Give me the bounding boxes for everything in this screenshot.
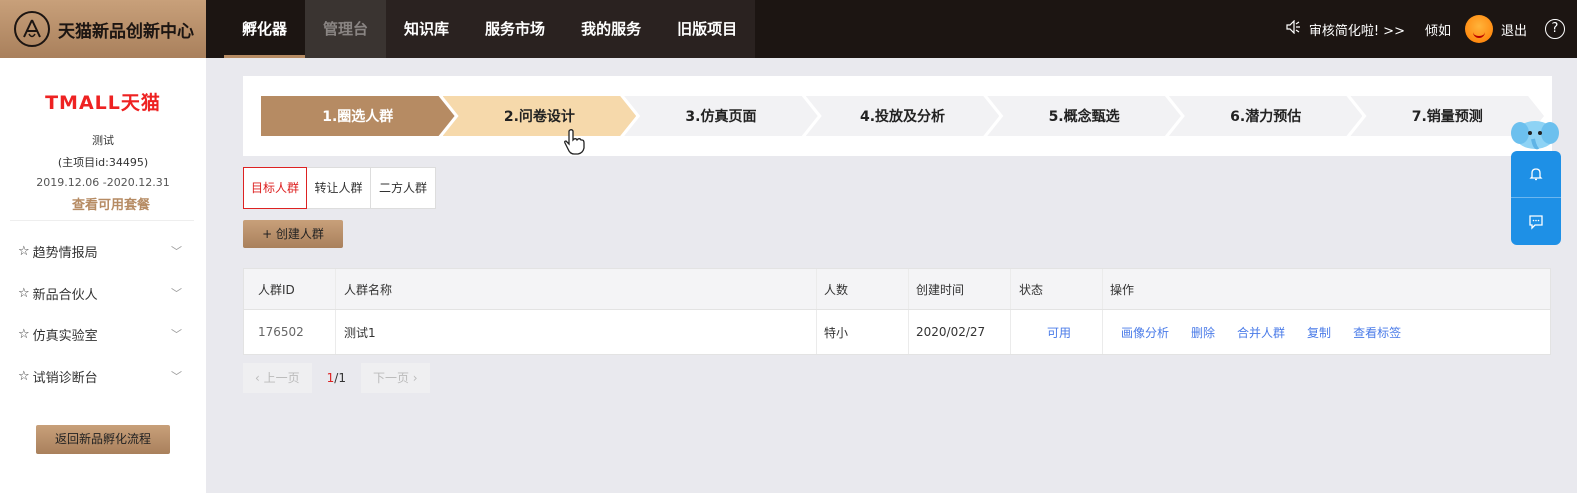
delete-link[interactable]: 删除 xyxy=(1191,324,1215,341)
merge-audience-link[interactable]: 合并人群 xyxy=(1237,324,1285,341)
logout-link[interactable]: 退出 xyxy=(1501,20,1527,39)
back-to-flow-button[interactable]: 返回新品孵化流程 xyxy=(36,425,170,454)
chevron-right-icon: › xyxy=(408,371,418,385)
table-row: 176502 测试1 特小 2020/02/27 可用 画像分析 删除 合并人群… xyxy=(244,310,1550,354)
sidebar: TMALL天猫 测试 (主项目id:34495) 2019.12.06 -202… xyxy=(0,58,206,493)
user-name[interactable]: 倾如 xyxy=(1425,20,1451,39)
column-header: 人群ID xyxy=(244,269,336,309)
elephant-mascot-icon[interactable] xyxy=(1510,117,1560,153)
brand-logo-icon xyxy=(14,11,50,47)
sidebar-item-trends[interactable]: ☆ 趋势情报局 ﹀ xyxy=(0,231,206,273)
speaker-icon xyxy=(1285,19,1301,38)
chevron-down-icon: ﹀ xyxy=(171,245,182,258)
tab-transferred-audience[interactable]: 转让人群 xyxy=(307,168,371,208)
star-icon: ☆ xyxy=(18,327,30,343)
chevron-down-icon: ﹀ xyxy=(171,369,182,383)
chevron-down-icon: ﹀ xyxy=(171,286,182,300)
audience-status: 可用 xyxy=(1011,310,1103,354)
prev-page-button[interactable]: ‹ 上一页 xyxy=(243,363,312,393)
column-header: 状态 xyxy=(1011,269,1103,309)
page-indicator: 1/1 xyxy=(327,371,346,385)
project-id: (主项目id:34495) xyxy=(57,156,149,169)
nav-item-incubator[interactable]: 孵化器 xyxy=(224,0,306,58)
star-icon: ☆ xyxy=(18,368,30,384)
audience-name: 测试1 xyxy=(336,310,817,354)
chevron-left-icon: ‹ xyxy=(255,371,264,385)
step-questionnaire[interactable]: 2.问卷设计 xyxy=(443,96,637,136)
nav-item-service-market[interactable]: 服务市场 xyxy=(467,0,563,58)
brand-title: 天猫新品创新中心 xyxy=(58,21,194,42)
audience-table: 人群ID 人群名称 人数 创建时间 状态 操作 176502 测试1 特小 20… xyxy=(243,268,1551,355)
sidebar-item-label: 趋势情报局 xyxy=(32,246,98,262)
next-page-label: 下一页 xyxy=(372,371,409,385)
chat-icon xyxy=(1529,214,1543,230)
project-name: 测试 xyxy=(92,134,114,147)
view-package-link[interactable]: 查看可用套餐 xyxy=(0,194,222,213)
sidebar-menu: ☆ 趋势情报局 ﹀ ☆ 新品合伙人 ﹀ ☆ 仿真实验室 ﹀ ☆ 试销诊断台 ﹀ xyxy=(0,231,206,397)
sidebar-item-simulation-lab[interactable]: ☆ 仿真实验室 ﹀ xyxy=(0,314,206,356)
tab-second-party-audience[interactable]: 二方人群 xyxy=(371,168,435,208)
table-header: 人群ID 人群名称 人数 创建时间 状态 操作 xyxy=(244,269,1550,310)
step-select-audience[interactable]: 1.圈选人群 xyxy=(261,96,455,136)
audience-id: 176502 xyxy=(244,310,336,354)
copy-link[interactable]: 复制 xyxy=(1307,324,1331,341)
view-tags-link[interactable]: 查看标签 xyxy=(1353,324,1401,341)
nav-item-console[interactable]: 管理台 xyxy=(305,0,387,58)
brand[interactable]: 天猫新品创新中心 xyxy=(0,0,206,58)
column-header: 人群名称 xyxy=(336,269,817,309)
column-header: 人数 xyxy=(817,269,909,309)
audience-actions: 画像分析 删除 合并人群 复制 查看标签 xyxy=(1103,310,1550,354)
step-indicator: 1.圈选人群 2.问卷设计 3.仿真页面 4.投放及分析 5.概念甄选 6.潜力… xyxy=(261,96,1532,136)
create-audience-button[interactable]: + 创建人群 xyxy=(243,220,343,248)
total-pages: /1 xyxy=(334,371,346,385)
sidebar-divider xyxy=(10,220,194,221)
main-nav: 孵化器 管理台 知识库 服务市场 我的服务 旧版项目 xyxy=(224,0,756,58)
sidebar-item-label: 新品合伙人 xyxy=(32,287,98,303)
project-date-range: 2019.12.06 -2020.12.31 xyxy=(36,176,170,189)
step-launch-analysis[interactable]: 4.投放及分析 xyxy=(806,96,1000,136)
nav-item-my-services[interactable]: 我的服务 xyxy=(563,0,659,58)
notification-button[interactable] xyxy=(1511,151,1561,198)
top-bar: 天猫新品创新中心 孵化器 管理台 知识库 服务市场 我的服务 旧版项目 审核简化… xyxy=(0,0,1577,58)
column-header: 操作 xyxy=(1110,282,1135,297)
star-icon: ☆ xyxy=(18,285,30,301)
column-header: 创建时间 xyxy=(909,269,1011,309)
step-simulation-page[interactable]: 3.仿真页面 xyxy=(624,96,818,136)
nav-item-legacy-projects[interactable]: 旧版项目 xyxy=(659,0,755,58)
hand-cursor-icon xyxy=(564,129,585,155)
header-right: 审核简化啦! >> 倾如 退出 ? xyxy=(1285,0,1577,58)
sidebar-item-partners[interactable]: ☆ 新品合伙人 ﹀ xyxy=(0,273,206,315)
avatar[interactable] xyxy=(1464,15,1493,43)
tmall-logo: TMALL天猫 xyxy=(45,92,161,114)
sidebar-item-label: 试销诊断台 xyxy=(32,370,98,386)
sidebar-item-trial-diagnosis[interactable]: ☆ 试销诊断台 ﹀ xyxy=(0,356,206,398)
nav-item-knowledge[interactable]: 知识库 xyxy=(386,0,467,58)
notice-link[interactable]: 审核简化啦! >> xyxy=(1285,19,1405,39)
audience-count: 特小 xyxy=(817,310,909,354)
step-concept-selection[interactable]: 5.概念甄选 xyxy=(987,96,1181,136)
chat-button[interactable] xyxy=(1511,198,1561,245)
help-icon[interactable]: ? xyxy=(1545,19,1565,39)
prev-page-label: 上一页 xyxy=(263,371,300,385)
chevron-down-icon: ﹀ xyxy=(171,328,182,341)
steps-panel: 1.圈选人群 2.问卷设计 3.仿真页面 4.投放及分析 5.概念甄选 6.潜力… xyxy=(243,76,1552,156)
star-icon: ☆ xyxy=(18,244,30,260)
audience-created: 2020/02/27 xyxy=(909,310,1011,354)
notice-text: 审核简化啦! >> xyxy=(1308,23,1405,39)
sidebar-item-label: 仿真实验室 xyxy=(32,329,98,345)
bell-icon xyxy=(1529,168,1543,181)
float-toolbar xyxy=(1511,151,1561,245)
pagination: ‹ 上一页 1/1 下一页 › xyxy=(243,363,430,393)
step-potential-estimate[interactable]: 6.潜力预估 xyxy=(1169,96,1363,136)
portrait-analysis-link[interactable]: 画像分析 xyxy=(1121,324,1169,341)
tab-target-audience[interactable]: 目标人群 xyxy=(243,167,307,209)
audience-tabs: 目标人群 转让人群 二方人群 xyxy=(243,167,436,209)
next-page-button[interactable]: 下一页 › xyxy=(360,363,430,393)
